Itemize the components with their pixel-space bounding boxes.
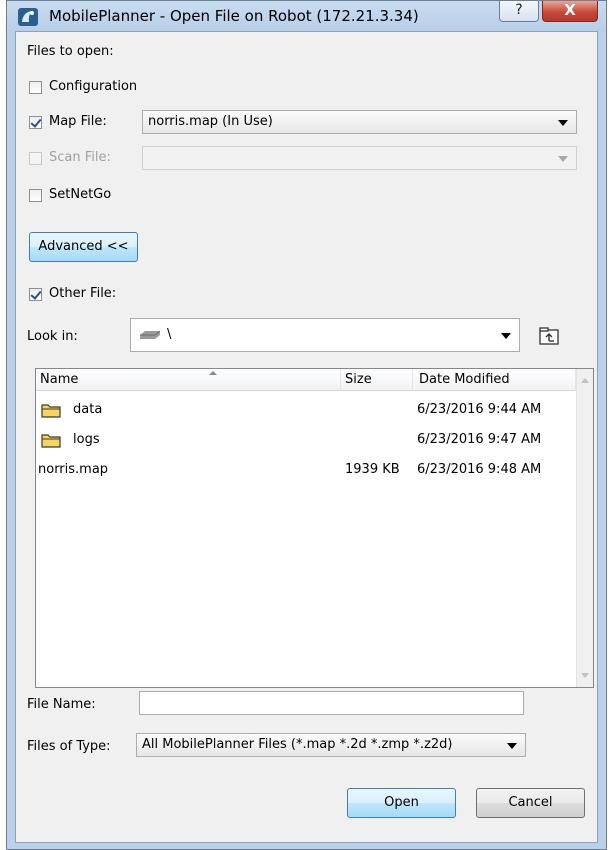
look-in-label: Look in: <box>27 329 78 344</box>
chevron-down-icon <box>507 743 517 749</box>
file-name-cell: data <box>73 402 103 417</box>
setnetgo-checkbox[interactable] <box>29 189 42 202</box>
file-list-scrollbar[interactable] <box>576 369 593 687</box>
map-file-checkbox[interactable] <box>29 116 42 129</box>
chevron-down-icon <box>501 333 511 339</box>
scan-file-dropdown[interactable] <box>142 146 577 170</box>
file-date-cell: 6/23/2016 9:44 AM <box>417 402 542 417</box>
files-to-open-heading: Files to open: <box>27 44 114 59</box>
advanced-button[interactable]: Advanced << <box>29 232 138 262</box>
file-row-data[interactable]: data 6/23/2016 9:44 AM <box>36 395 576 425</box>
title-bar[interactable]: MobilePlanner - Open File on Robot (172.… <box>7 1 606 31</box>
other-file-label: Other File: <box>49 286 117 301</box>
files-of-type-value: All MobilePlanner Files (*.map *.2d *.zm… <box>142 737 453 752</box>
file-date-cell: 6/23/2016 9:48 AM <box>417 462 542 477</box>
chevron-down-icon <box>558 156 568 162</box>
file-row-norris-map[interactable]: norris.map 1939 KB 6/23/2016 9:48 AM <box>36 455 576 485</box>
look-in-value: \ <box>167 327 172 342</box>
up-folder-icon[interactable] <box>539 327 559 345</box>
drive-icon <box>140 330 161 339</box>
file-list-header: Name Size Date Modified <box>36 369 576 391</box>
file-size-cell: 1939 KB <box>345 462 400 477</box>
column-header-size[interactable]: Size <box>341 369 413 391</box>
cancel-button[interactable]: Cancel <box>476 788 585 818</box>
folder-icon <box>41 404 61 418</box>
open-button[interactable]: Open <box>347 788 456 818</box>
close-button[interactable]: X <box>542 1 598 22</box>
column-header-name[interactable]: Name <box>36 369 341 391</box>
help-button[interactable]: ? <box>499 1 539 22</box>
configuration-label: Configuration <box>49 79 138 94</box>
map-file-label: Map File: <box>49 114 107 129</box>
folder-icon <box>41 434 61 448</box>
file-list[interactable]: Name Size Date Modified data 6/23/2016 9… <box>35 368 594 688</box>
window-title: MobilePlanner - Open File on Robot (172.… <box>49 7 419 25</box>
file-row-logs[interactable]: logs 6/23/2016 9:47 AM <box>36 425 576 455</box>
scan-file-label: Scan File: <box>49 150 111 165</box>
scroll-up-icon[interactable] <box>581 378 589 383</box>
scroll-down-icon[interactable] <box>581 673 589 678</box>
file-name-cell: logs <box>73 432 100 447</box>
look-in-dropdown[interactable]: \ <box>130 318 520 352</box>
file-date-cell: 6/23/2016 9:47 AM <box>417 432 542 447</box>
file-name-label: File Name: <box>27 697 96 712</box>
dialog-body: Files to open: Configuration Map File: n… <box>15 31 598 843</box>
setnetgo-label: SetNetGo <box>49 187 112 202</box>
dialog-window: MobilePlanner - Open File on Robot (172.… <box>6 0 607 850</box>
map-file-dropdown[interactable]: norris.map (In Use) <box>142 110 577 134</box>
mobileplanner-app-icon <box>18 8 38 26</box>
sort-ascending-icon <box>209 371 217 375</box>
map-file-value: norris.map (In Use) <box>148 114 273 129</box>
other-file-checkbox[interactable] <box>29 288 42 301</box>
chevron-down-icon <box>558 120 568 126</box>
scan-file-checkbox[interactable] <box>29 152 42 165</box>
files-of-type-dropdown[interactable]: All MobilePlanner Files (*.map *.2d *.zm… <box>136 733 526 757</box>
file-name-input[interactable] <box>139 691 524 715</box>
configuration-checkbox[interactable] <box>29 81 42 94</box>
files-of-type-label: Files of Type: <box>27 739 111 754</box>
column-header-date-modified[interactable]: Date Modified <box>413 369 576 391</box>
file-name-cell: norris.map <box>38 462 109 477</box>
